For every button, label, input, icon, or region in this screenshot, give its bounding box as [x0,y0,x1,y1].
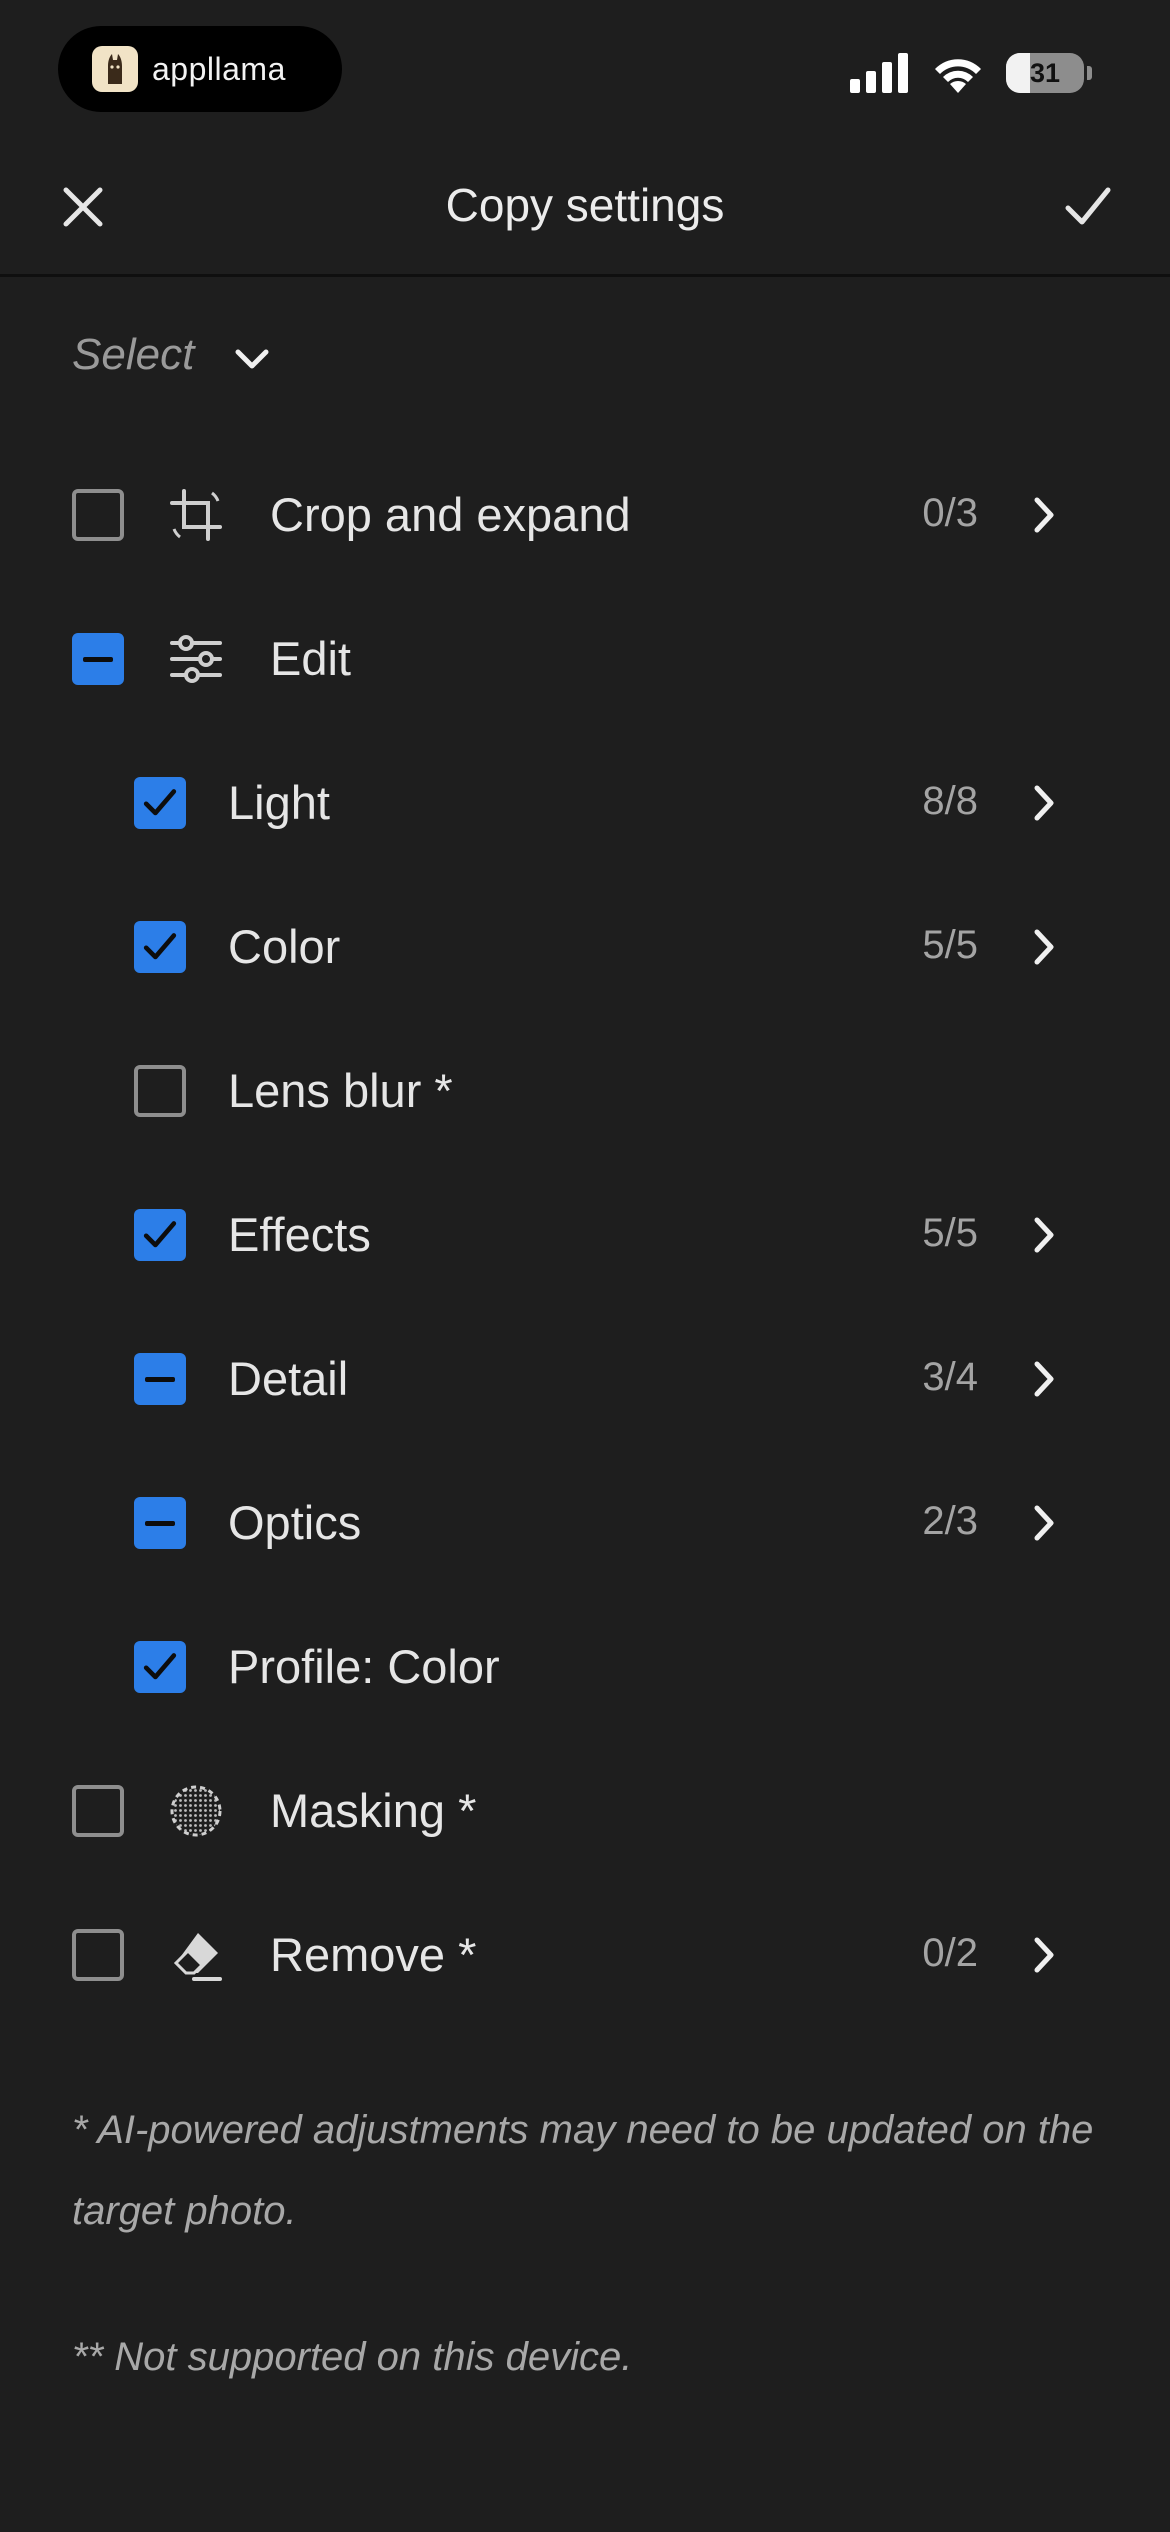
settings-row-color[interactable]: Color 5/5 [0,875,1170,1019]
status-bar: appllama 31 [0,0,1170,140]
checkbox-unchecked[interactable] [72,489,124,541]
brand-badge: appllama [58,26,342,112]
brand-name: appllama [152,50,286,87]
row-label: Profile: Color [228,1640,500,1693]
battery-cap [1087,66,1092,80]
wifi-icon [935,59,981,93]
chevron-right-icon[interactable] [1030,495,1058,535]
settings-row-remove[interactable]: Remove * 0/2 [0,1883,1170,2027]
chevron-right-icon[interactable] [1030,927,1058,967]
chevron-right-icon[interactable] [1030,1503,1058,1543]
chevron-right-icon[interactable] [1030,783,1058,823]
row-label: Light [228,776,330,829]
chevron-down-icon [235,349,269,369]
sliders-icon [168,631,224,687]
row-count: 3/4 [922,1355,978,1399]
checkbox-unchecked[interactable] [134,1065,186,1117]
checkbox-checked[interactable] [134,1209,186,1261]
row-label: Optics [228,1496,362,1549]
row-count: 8/8 [922,779,978,823]
battery-level: 31 [1029,57,1061,88]
cellular-signal-icon [850,53,908,93]
row-count: 0/3 [922,491,978,535]
checkbox-checked[interactable] [134,1641,186,1693]
row-label: Detail [228,1352,349,1405]
settings-row-light[interactable]: Light 8/8 [0,731,1170,875]
header: Copy settings [0,140,1170,277]
ai-footnote: * AI-powered adjustments may need to be … [72,2108,1094,2233]
settings-row-detail[interactable]: Detail 3/4 [0,1307,1170,1451]
settings-row-optics[interactable]: Optics 2/3 [0,1451,1170,1595]
select-dropdown[interactable]: Select [72,330,270,380]
crop-icon [168,487,224,543]
settings-row-crop-and-expand[interactable]: Crop and expand 0/3 [0,443,1170,587]
chevron-right-icon[interactable] [1030,1935,1058,1975]
select-label: Select [72,330,195,379]
row-label: Edit [270,632,351,685]
checkbox-checked[interactable] [134,921,186,973]
checkbox-mixed[interactable] [72,633,124,685]
settings-row-masking[interactable]: Masking * [0,1739,1170,1883]
row-count: 5/5 [922,923,978,967]
settings-row-profile-color[interactable]: Profile: Color [0,1595,1170,1739]
status-icons: 31 [850,50,1092,96]
checkbox-checked[interactable] [134,777,186,829]
checkmark-icon[interactable] [1062,180,1114,232]
settings-row-effects[interactable]: Effects 5/5 [0,1163,1170,1307]
llama-logo-icon [92,46,138,92]
row-label: Effects [228,1208,371,1261]
row-label: Remove * [270,1928,477,1981]
row-count: 0/2 [922,1931,978,1975]
checkbox-unchecked[interactable] [72,1929,124,1981]
checkbox-unchecked[interactable] [72,1785,124,1837]
device-footnote: ** Not supported on this device. [72,2335,633,2379]
chevron-right-icon[interactable] [1030,1359,1058,1399]
eraser-icon [168,1927,224,1983]
row-label: Crop and expand [270,488,631,541]
row-count: 5/5 [922,1211,978,1255]
row-label: Masking * [270,1784,477,1837]
settings-row-edit[interactable]: Edit [0,587,1170,731]
row-label: Lens blur * [228,1064,453,1117]
checkbox-mixed[interactable] [134,1353,186,1405]
battery-icon: 31 [1006,53,1084,93]
page-title: Copy settings [445,179,725,231]
masking-icon [168,1783,224,1839]
checkbox-mixed[interactable] [134,1497,186,1549]
chevron-right-icon[interactable] [1030,1215,1058,1255]
row-count: 2/3 [922,1499,978,1543]
row-label: Color [228,920,341,973]
settings-row-lens-blur[interactable]: Lens blur * [0,1019,1170,1163]
